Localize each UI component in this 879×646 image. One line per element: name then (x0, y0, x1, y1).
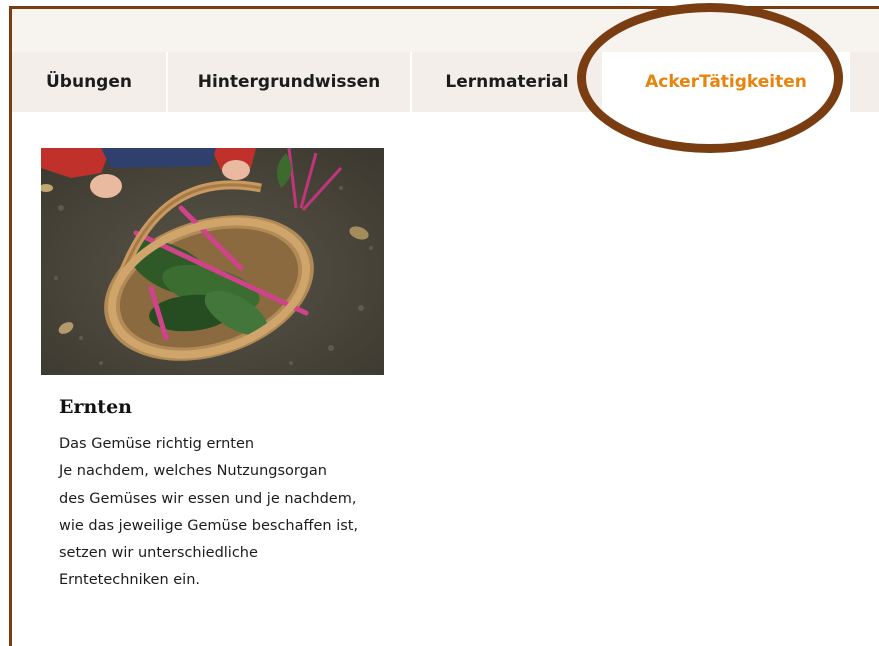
card-description-line: Je nachdem, welches Nutzungsorgan (59, 463, 327, 480)
tab-lernmaterial[interactable]: Lernmaterial (412, 52, 602, 112)
card-description-line: setzen wir unterschiedliche (59, 545, 258, 562)
tab-hintergrundwissen[interactable]: Hintergrundwissen (168, 52, 412, 112)
card-description: Das Gemüse richtig ernten Je nachdem, we… (59, 431, 379, 595)
card-description-line: Das Gemüse richtig ernten (59, 436, 255, 452)
card-title[interactable]: Ernten (59, 396, 132, 418)
harvest-photo (41, 148, 384, 375)
card-description-line: des Gemüses wir essen und je nachdem, (59, 490, 357, 507)
tab-ackertaetigkeiten[interactable]: AckerTätigkeiten (602, 52, 850, 112)
card-description-line: wie das jeweilige Gemüse beschaffen ist, (59, 517, 359, 534)
header-strip (12, 9, 879, 52)
tab-bar: Übungen Hintergrundwissen Lernmaterial A… (12, 52, 879, 112)
harvest-basket-image[interactable] (41, 148, 384, 375)
tab-uebungen[interactable]: Übungen (12, 52, 168, 112)
card-description-line: Erntetechniken ein. (59, 572, 200, 589)
